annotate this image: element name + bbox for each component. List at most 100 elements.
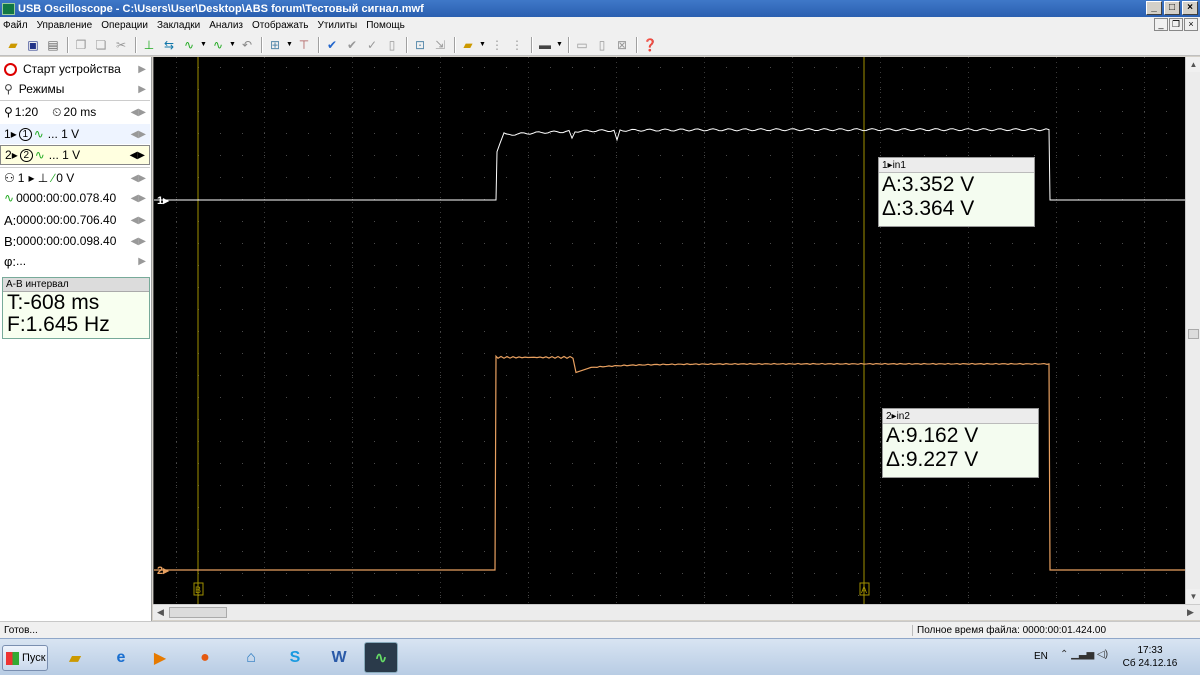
oscilloscope-taskbar-icon[interactable]: ∿ (364, 642, 398, 673)
home-app-icon[interactable]: ⌂ (234, 642, 268, 673)
oscilloscope-screen[interactable]: 1▸ 2▸ B A (153, 57, 1186, 604)
chevron-right-icon[interactable]: ▶ (138, 256, 146, 267)
fit-icon[interactable]: ⊡ (411, 37, 429, 53)
system-tray-icons[interactable]: ⌃ ▁▃▅ ◁) (1060, 649, 1108, 660)
export-icon[interactable]: ⇲ (431, 37, 449, 53)
oscilloscope-svg: 1▸ 2▸ B A (154, 57, 1186, 604)
menu-analysis[interactable]: Анализ (209, 20, 243, 31)
horizontal-scroll-thumb[interactable] (169, 607, 227, 618)
menu-display[interactable]: Отображать (252, 20, 308, 31)
file-explorer-icon[interactable]: ▰ (58, 642, 92, 673)
chevron-down-icon[interactable]: ▼ (229, 41, 236, 48)
check-icon[interactable]: ✔ (323, 37, 341, 53)
adjust-arrows-icon[interactable]: ◀▶ (131, 215, 146, 226)
position-icon: ∿ (4, 191, 15, 205)
chevron-down-icon[interactable]: ▼ (286, 41, 293, 48)
signal-icon[interactable]: ∿ (180, 37, 198, 53)
channel2-marker: 2▸ (157, 565, 169, 577)
window-close-icon[interactable]: ⊠ (613, 37, 631, 53)
cursor-b-tag[interactable]: B (193, 582, 204, 596)
scale-value: 1:20 (14, 105, 39, 119)
close-button[interactable]: × (1182, 1, 1198, 15)
open-folder-icon[interactable]: ▰ (4, 37, 22, 53)
maximize-button[interactable]: □ (1164, 1, 1180, 15)
zoom-icon[interactable]: ⊞ (266, 37, 284, 53)
document-icon[interactable]: ▯ (383, 37, 401, 53)
media-player-icon[interactable]: ▶ (143, 642, 177, 673)
language-indicator[interactable]: EN (1034, 651, 1048, 662)
adjust-arrows-icon[interactable]: ◀▶ (131, 107, 146, 118)
menu-bookmarks[interactable]: Закладки (157, 20, 200, 31)
channel2-scale: ... 1 V (48, 148, 81, 162)
display-icon[interactable]: ▬ (536, 37, 554, 53)
phase-row[interactable]: φ: ... ▶ (0, 251, 150, 271)
start-button[interactable]: Пуск (2, 645, 48, 671)
adjust-arrows-icon[interactable]: ◀▶ (130, 150, 145, 161)
grid2-icon[interactable]: ⋮ (508, 37, 526, 53)
chevron-down-icon[interactable]: ▼ (200, 41, 207, 48)
scale-row[interactable]: ⚲ 1:20 ⏲ 20 ms ◀▶ (0, 102, 150, 122)
mdi-close-button[interactable]: × (1184, 18, 1198, 31)
menu-operations[interactable]: Операции (101, 20, 148, 31)
vertical-scrollbar[interactable]: ▲ ▼ (1185, 57, 1200, 604)
channel1-measurement-box[interactable]: 1▸in1 A:3.352 V Δ:3.364 V (878, 157, 1035, 227)
control-panel: Старт устройства ▶ ⚲ Режимы ▶ ⚲ 1:20 ⏲ 2… (0, 57, 152, 622)
cursor-a-tag[interactable]: A (859, 582, 870, 596)
channel2-row[interactable]: 2 ▸ 2 ∿ ... 1 V ◀▶ (0, 145, 150, 165)
save-icon[interactable]: ▣ (24, 37, 42, 53)
window2-icon[interactable]: ▯ (593, 37, 611, 53)
word-icon[interactable]: W (322, 642, 356, 673)
mdi-restore-button[interactable]: ❐ (1169, 18, 1183, 31)
scroll-up-icon[interactable]: ▲ (1186, 57, 1200, 72)
marker-icon[interactable]: ⊤ (295, 37, 313, 53)
cursor-b-row[interactable]: B: 0000:00:00.098.40 ◀▶ (0, 231, 150, 251)
chevron-down-icon[interactable]: ▼ (556, 41, 563, 48)
paste-icon[interactable]: ❏ (92, 37, 110, 53)
adjust-arrows-icon[interactable]: ◀▶ (131, 129, 146, 140)
chevron-down-icon[interactable]: ▼ (479, 41, 486, 48)
menu-help[interactable]: Помощь (366, 20, 405, 31)
menu-file[interactable]: Файл (3, 20, 28, 31)
adjust-arrows-icon[interactable]: ◀▶ (131, 193, 146, 204)
horizontal-scrollbar[interactable]: ◀ ▶ (153, 604, 1200, 620)
channel1-row[interactable]: 1 ▸ 1 ∿ ... 1 V ◀▶ (0, 124, 150, 144)
chevron-right-icon[interactable]: ▶ (138, 64, 146, 75)
start-device-row[interactable]: Старт устройства ▶ (0, 59, 150, 79)
channel1-marker: 1▸ (157, 195, 169, 207)
chevron-right-icon[interactable]: ▶ (138, 84, 146, 95)
scroll-right-icon[interactable]: ▶ (1183, 605, 1198, 620)
mdi-minimize-button[interactable]: _ (1154, 18, 1168, 31)
menu-utilities[interactable]: Утилиты (318, 20, 358, 31)
firefox-icon[interactable]: ● (188, 642, 222, 673)
check-list-icon[interactable]: ✓ (363, 37, 381, 53)
ab-interval-header: A-B интервал (3, 278, 149, 292)
channel2-measurement-box[interactable]: 2▸in2 A:9.162 V Δ:9.227 V (882, 408, 1039, 478)
skype-icon[interactable]: S (278, 642, 312, 673)
scroll-left-icon[interactable]: ◀ (153, 605, 168, 620)
adjust-arrows-icon[interactable]: ◀▶ (131, 236, 146, 247)
print-icon[interactable]: ▤ (44, 37, 62, 53)
position-row[interactable]: ∿ 0000:00:00.078.40 ◀▶ (0, 188, 150, 208)
cursor-a-row[interactable]: A: 0000:00:00.706.40 ◀▶ (0, 210, 150, 230)
grid-icon[interactable]: ⋮ (488, 37, 506, 53)
adjust-arrows-icon[interactable]: ◀▶ (131, 173, 146, 184)
copy-icon[interactable]: ❐ (72, 37, 90, 53)
check-grey-icon[interactable]: ✔ (343, 37, 361, 53)
modes-row[interactable]: ⚲ Режимы ▶ (0, 79, 150, 99)
wave-icon[interactable]: ∿ (209, 37, 227, 53)
help-icon[interactable]: ❓ (641, 37, 659, 53)
trigger-icon[interactable]: ⊥ (140, 37, 158, 53)
meas2-a-value: A:9.162 V (886, 424, 979, 447)
trigger-row[interactable]: ⚇ 1 ▸ ⊥ ∕ 0 V ◀▶ (0, 168, 150, 188)
probe-icon[interactable]: ⇆ (160, 37, 178, 53)
vertical-scroll-thumb[interactable] (1188, 329, 1199, 339)
clock[interactable]: 17:33 Сб 24.12.16 (1120, 644, 1180, 670)
folder-settings-icon[interactable]: ▰ (459, 37, 477, 53)
minimize-button[interactable]: _ (1146, 1, 1162, 15)
scroll-down-icon[interactable]: ▼ (1186, 589, 1200, 604)
menu-control[interactable]: Управление (37, 20, 93, 31)
internet-explorer-icon[interactable]: e (104, 642, 138, 673)
window-icon[interactable]: ▭ (573, 37, 591, 53)
cut-icon[interactable]: ✂ (112, 37, 130, 53)
undo-icon[interactable]: ↶ (238, 37, 256, 53)
